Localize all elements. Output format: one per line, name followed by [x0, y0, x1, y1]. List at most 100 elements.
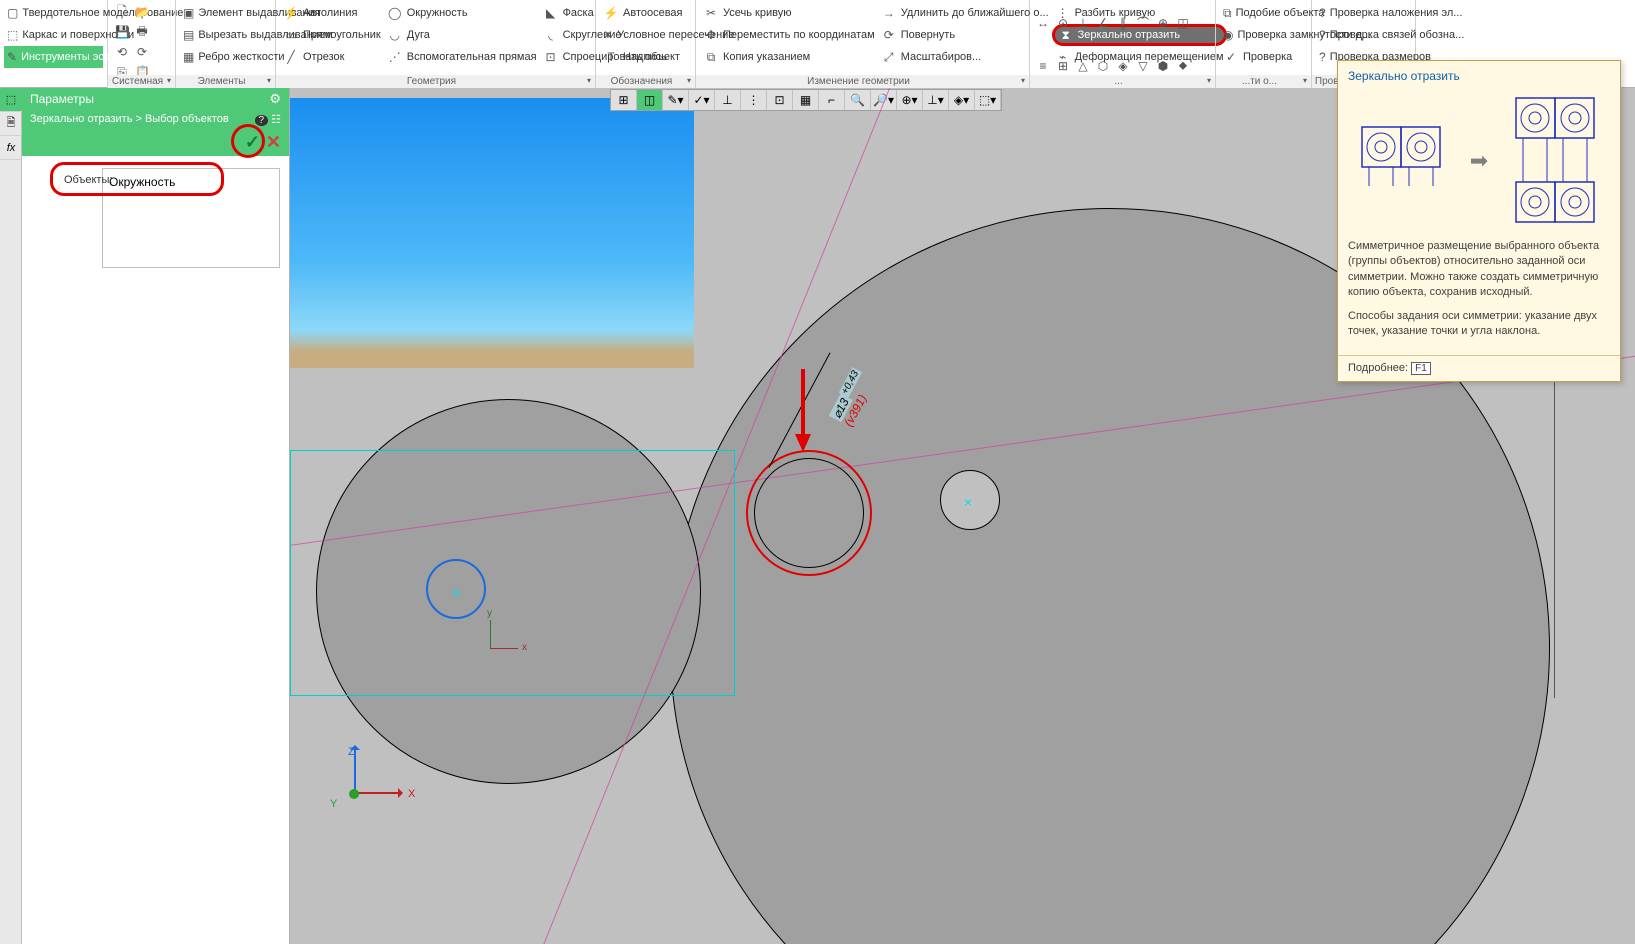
tooltip-title: Зеркально отразить — [1338, 61, 1620, 91]
wireframe-btn[interactable]: ⬚Каркас и поверхности — [4, 24, 103, 46]
tb-1[interactable]: ⊞ — [611, 90, 637, 110]
dim-icon: ⊕ — [1157, 15, 1169, 31]
before-diagram — [1361, 126, 1443, 196]
gear-icon[interactable]: ⚙ — [269, 91, 281, 107]
help-icon: ? — [1319, 49, 1326, 65]
dim-icon: ◈ — [1117, 58, 1129, 74]
arrow-right-icon: ➡ — [1470, 148, 1488, 174]
help-icon: ? — [1319, 5, 1326, 21]
dim8-btn[interactable]: ◫ — [1174, 2, 1192, 43]
closed-check-btn[interactable]: ◉Проверка замкнутости д... — [1220, 24, 1307, 46]
move-coord-btn[interactable]: ✥Переместить по координатам — [700, 24, 878, 46]
tb-3[interactable]: ✎▾ — [663, 90, 689, 110]
dim7-btn[interactable]: ⊕ — [1154, 2, 1172, 43]
tree-tab[interactable]: 🗎 — [0, 112, 22, 136]
similar-btn[interactable]: ⧉Подобие объекта — [1220, 2, 1307, 24]
undo-btn[interactable]: ⟲ — [112, 42, 132, 62]
tb-8[interactable]: ▦ — [793, 90, 819, 110]
cond-intersect-btn[interactable]: ✕Условное пересечение — [600, 24, 691, 46]
dim-icon: ⌒ — [1137, 15, 1149, 31]
cut-extrude-btn[interactable]: ▤Вырезать выдавливанием — [180, 24, 271, 46]
save-btn[interactable]: 💾 — [112, 22, 132, 42]
panel-header: Параметры ⚙ — [22, 88, 289, 110]
new-btn[interactable]: 🗋 — [112, 2, 132, 22]
pencil-icon: ✎ — [7, 49, 17, 65]
autoline-btn[interactable]: ⚡Автолиния — [280, 2, 384, 24]
dim4-btn[interactable]: ∠ — [1094, 2, 1112, 43]
tb-10[interactable]: 🔍 — [845, 90, 871, 110]
trim-btn[interactable]: ✂Усечь кривую — [700, 2, 878, 24]
dim-icon: ⊥ — [1077, 15, 1089, 31]
params-tab[interactable]: ⬚ — [0, 88, 22, 112]
tb-6[interactable]: ⋮ — [741, 90, 767, 110]
cancel-btn[interactable]: ✕ — [266, 132, 281, 153]
text-btn[interactable]: TНадпись — [600, 46, 691, 68]
solid-modeling-btn[interactable]: ▢Твердотельное моделирование — [4, 2, 103, 24]
objects-section: Объекты: Окружность — [22, 156, 289, 280]
arc-icon: ◡ — [387, 27, 403, 43]
axis-z-label: Z — [348, 746, 355, 758]
tb-2[interactable]: ◫ — [637, 90, 663, 110]
fx-tab[interactable]: fx — [0, 136, 22, 160]
rectangle-btn[interactable]: ▭Прямоугольник — [280, 24, 384, 46]
help-icon[interactable]: ? — [255, 115, 269, 126]
aux-line-btn[interactable]: ⋰Вспомогательная прямая — [384, 46, 540, 68]
axis-x-label: X — [408, 788, 415, 800]
extrude-btn[interactable]: ▣Элемент выдавливания — [180, 2, 271, 24]
scale-btn[interactable]: ⤢Масштабиров... — [878, 46, 1052, 68]
check-btn[interactable]: ✓Проверка — [1220, 46, 1307, 68]
segment-btn[interactable]: ╱Отрезок — [280, 46, 384, 68]
copy-point-btn[interactable]: ⧉Копия указанием — [700, 46, 878, 68]
rotate-btn[interactable]: ⟳Повернуть — [878, 24, 1052, 46]
dim5-btn[interactable]: ∥ — [1114, 2, 1132, 43]
print-btn[interactable]: 🖶 — [132, 22, 152, 42]
panel-title: Параметры — [30, 92, 94, 106]
line-icon: ╱ — [283, 49, 299, 65]
overlap-check-btn[interactable]: ?Проверка наложения эл... — [1316, 2, 1411, 24]
dim-icon: ⊞ — [1057, 58, 1069, 74]
sky-background — [290, 98, 694, 368]
rib-icon: ▦ — [183, 49, 194, 65]
tb-9[interactable]: ⌐ — [819, 90, 845, 110]
dim3-btn[interactable]: ⊥ — [1074, 2, 1092, 43]
dim-icon: ◫ — [1177, 15, 1189, 31]
center-marker: × — [964, 494, 972, 510]
f1-key: F1 — [1411, 362, 1431, 375]
tb-14[interactable]: ◈▾ — [949, 90, 975, 110]
project-icon: ⊡ — [543, 49, 559, 65]
extend-btn[interactable]: →Удлинить до ближайшего о... — [878, 2, 1052, 24]
auto-axis-btn[interactable]: ⚡Автоосевая — [600, 2, 691, 24]
autoline-icon: ⚡ — [283, 5, 299, 21]
sketch-tools-btn[interactable]: ✎Инструменты эскиза — [4, 46, 103, 68]
axis-icon: ⚡ — [603, 5, 619, 21]
move-icon: ✥ — [703, 27, 719, 43]
link-check-btn[interactable]: ?Проверка связей обозна... — [1316, 24, 1411, 46]
chamfer-icon: ◣ — [543, 5, 559, 21]
circle-btn[interactable]: ◯Окружность — [384, 2, 540, 24]
cube-icon: ▢ — [7, 5, 18, 21]
check-icon: ✓ — [1223, 49, 1239, 65]
tb-4[interactable]: ✓▾ — [689, 90, 715, 110]
dim-icon: ▽ — [1137, 58, 1149, 74]
tb-15[interactable]: ⬚▾ — [975, 90, 1001, 110]
dim2-btn[interactable]: ⊙ — [1054, 2, 1072, 43]
elements-group-label: Элементы▾ — [176, 75, 275, 88]
tb-5[interactable]: ⊥ — [715, 90, 741, 110]
mirror-tooltip: Зеркально отразить ➡ — [1337, 60, 1621, 382]
tb-7[interactable]: ⊡ — [767, 90, 793, 110]
text-icon: T — [603, 49, 619, 65]
dim6-btn[interactable]: ⌒ — [1134, 2, 1152, 43]
open-btn[interactable]: 📂 — [132, 2, 152, 22]
dim1-btn[interactable]: ↔ — [1034, 2, 1052, 43]
tb-13[interactable]: ⊥▾ — [923, 90, 949, 110]
arc-btn[interactable]: ◡Дуга — [384, 24, 540, 46]
tree-icon[interactable]: ☷ — [271, 114, 281, 126]
similar-group-label: ...ти о...▾ — [1216, 75, 1311, 88]
tooltip-footer: Подробнее: F1 — [1338, 355, 1620, 381]
rotate-icon: ⟳ — [881, 27, 897, 43]
tb-12[interactable]: ⊕▾ — [897, 90, 923, 110]
intersect-icon: ✕ — [603, 27, 613, 43]
redo-btn[interactable]: ⟳ — [132, 42, 152, 62]
rib-btn[interactable]: ▦Ребро жесткости — [180, 46, 271, 68]
closed-icon: ◉ — [1223, 27, 1233, 43]
